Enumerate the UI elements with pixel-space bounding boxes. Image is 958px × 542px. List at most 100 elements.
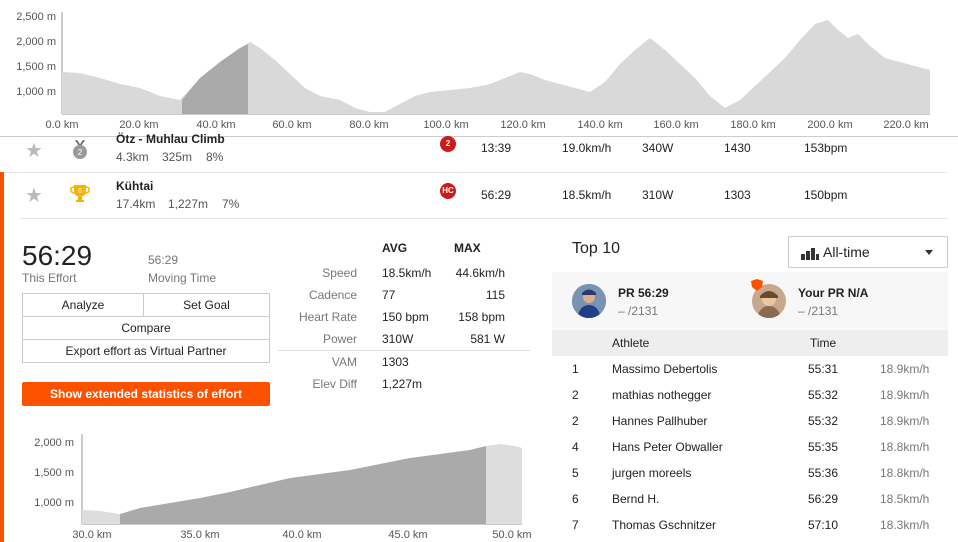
- segment-grade: 8%: [206, 150, 224, 164]
- stat-max-heart-rate: 158 bpm: [458, 310, 505, 324]
- climb-category-badge: 2: [440, 136, 456, 152]
- segment-distance: 17.4km: [116, 197, 156, 211]
- time-header: Time: [810, 336, 837, 350]
- star-icon[interactable]: ★: [25, 138, 43, 163]
- rank: 4: [572, 440, 579, 454]
- speed: 18.5km/h: [880, 492, 930, 506]
- route-elevation-chart[interactable]: 2,500 m 2,000 m 1,500 m 1,000 m 0.0 km 2…: [0, 0, 958, 136]
- rank: 2: [572, 414, 579, 428]
- segment-grade: 7%: [222, 197, 240, 211]
- svg-text:6: 6: [78, 188, 82, 195]
- leaderboard-row[interactable]: 2 mathias nothegger 55:32 18.9km/h: [552, 382, 948, 408]
- segment-vam: 1430: [724, 141, 751, 155]
- top-y-ticks: 2,500 m 2,000 m 1,500 m 1,000 m: [16, 11, 56, 98]
- shield-icon: [751, 279, 763, 291]
- segment-row[interactable]: ★ 2 Ötz - Muhlau Climb 4.3km 325m 8% 2 1…: [0, 130, 948, 172]
- speed: 18.3km/h: [880, 518, 930, 532]
- y-tick: 1,000 m: [16, 86, 56, 98]
- segment-speed: 18.5km/h: [562, 188, 612, 202]
- athlete-name[interactable]: mathias nothegger: [612, 388, 711, 402]
- athlete-name[interactable]: Hannes Pallhuber: [612, 414, 707, 428]
- effort-elevation-chart[interactable]: 2,000 m 1,500 m 1,000 m 30.0 km 35.0 km …: [20, 428, 540, 542]
- segment-name[interactable]: Kühtai: [116, 179, 153, 193]
- stat-max-cadence: 115: [485, 288, 505, 302]
- y-tick: 1,500 m: [16, 61, 56, 73]
- leaderboard-row[interactable]: 6 Bernd H. 56:29 18.5km/h: [552, 486, 948, 512]
- y-tick: 2,000 m: [34, 437, 74, 449]
- segment-time: 56:29: [481, 188, 512, 202]
- segment-elevation: 1,227m: [168, 197, 209, 211]
- moving-time-label: Moving Time: [148, 271, 217, 285]
- stat-label-heart-rate: Heart Rate: [298, 310, 357, 324]
- effort-time-label: This Effort: [22, 271, 77, 285]
- leaderboard-row[interactable]: 7 Thomas Gschnitzer 57:10 18.3km/h: [552, 512, 948, 538]
- rank: 7: [572, 518, 579, 532]
- compare-button[interactable]: Compare: [22, 316, 270, 340]
- stat-label-power: Power: [322, 332, 357, 346]
- stat-avg-power: 310W: [382, 332, 414, 346]
- pr-label: PR 56:29: [618, 286, 669, 300]
- stat-max-speed: 44.6km/h: [455, 266, 505, 280]
- stat-max-power: 581 W: [470, 332, 505, 346]
- stat-avg-vam: 1303: [382, 355, 409, 369]
- time: 56:29: [808, 492, 839, 506]
- analyze-button[interactable]: Analyze: [22, 293, 144, 317]
- segment-heart-rate: 153bpm: [804, 141, 848, 155]
- leaderboard-row[interactable]: 4 Hans Peter Obwaller 55:35 18.8km/h: [552, 434, 948, 460]
- athlete-name[interactable]: Massimo Debertolis: [612, 362, 717, 376]
- leaderboard-filter-dropdown[interactable]: All-time: [788, 236, 948, 268]
- athlete-avatar: [572, 284, 606, 318]
- stat-label-cadence: Cadence: [308, 288, 357, 302]
- segment-time: 13:39: [481, 141, 512, 155]
- time: 55:32: [808, 388, 839, 402]
- caret-down-icon: [925, 250, 933, 255]
- y-tick: 1,000 m: [34, 497, 74, 509]
- athlete-name[interactable]: Hans Peter Obwaller: [612, 440, 723, 454]
- stat-label-vam: VAM: [331, 355, 357, 369]
- trophy-icon: 6: [70, 185, 90, 202]
- extended-statistics-button[interactable]: Show extended statistics of effort: [22, 382, 270, 406]
- y-tick: 2,500 m: [16, 11, 56, 23]
- your-pr-rank: – /2131: [798, 304, 839, 318]
- athlete-name[interactable]: Thomas Gschnitzer: [612, 518, 716, 532]
- y-tick: 1,500 m: [34, 467, 74, 479]
- segment-name[interactable]: Ötz - Muhlau Climb: [116, 132, 225, 146]
- x-tick: 50.0 km: [492, 529, 531, 541]
- stat-avg-elev-diff: 1,227m: [382, 377, 423, 391]
- segment-heart-rate: 150bpm: [804, 188, 848, 202]
- leaderboard-row[interactable]: 1 Massimo Debertolis 55:31 18.9km/h: [552, 356, 948, 382]
- leaderboard-row[interactable]: 2 Hannes Pallhuber 55:32 18.9km/h: [552, 408, 948, 434]
- star-icon[interactable]: ★: [25, 183, 43, 208]
- bar-chart-icon: [801, 248, 819, 260]
- y-tick: 2,000 m: [16, 36, 56, 48]
- segment-row-selected[interactable]: ★ 6 Kühtai 17.4km 1,227m 7% HC 56:29 18.…: [0, 173, 948, 217]
- effort-highlight-area: [182, 44, 248, 114]
- avg-header: AVG: [382, 241, 408, 255]
- set-goal-button[interactable]: Set Goal: [143, 293, 270, 317]
- segment-vam: 1303: [724, 188, 751, 202]
- segment-distance: 4.3km: [116, 150, 149, 164]
- athlete-name[interactable]: jurgen moreels: [612, 466, 691, 480]
- speed: 18.8km/h: [880, 466, 930, 480]
- export-virtual-partner-button[interactable]: Export effort as Virtual Partner: [22, 339, 270, 363]
- leaderboard-row[interactable]: 5 jurgen moreels 55:36 18.8km/h: [552, 460, 948, 486]
- time: 55:35: [808, 440, 839, 454]
- stat-avg-speed: 18.5km/h: [382, 266, 432, 280]
- time: 55:36: [808, 466, 839, 480]
- max-header: MAX: [454, 241, 481, 255]
- speed: 18.9km/h: [880, 362, 930, 376]
- effort-time: 56:29: [22, 240, 93, 271]
- effort-context-right: [486, 444, 522, 524]
- leaderboard-header: Athlete Time: [552, 330, 948, 356]
- your-pr-label: Your PR N/A: [798, 286, 869, 300]
- x-tick: 35.0 km: [180, 529, 219, 541]
- pr-summary: PR 56:29 – /2131 Your PR N/A – /2131: [552, 272, 948, 330]
- athlete-name[interactable]: Bernd H.: [612, 492, 659, 506]
- climb-category-badge: HC: [440, 183, 456, 199]
- effort-context-left: [82, 510, 120, 524]
- selected-indicator: [0, 172, 4, 542]
- rank: 6: [572, 492, 579, 506]
- time: 57:10: [808, 518, 839, 532]
- athlete-header: Athlete: [612, 336, 650, 350]
- stat-avg-heart-rate: 150 bpm: [382, 310, 429, 324]
